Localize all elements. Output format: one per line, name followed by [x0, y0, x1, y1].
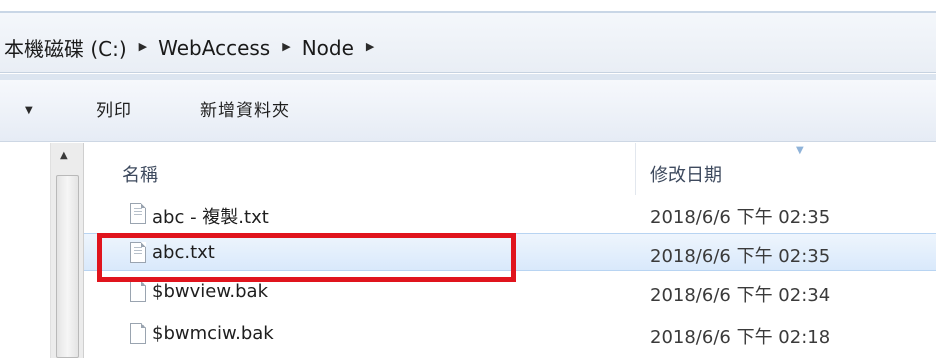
column-divider[interactable]	[635, 143, 636, 195]
column-header-name[interactable]: 名稱	[122, 161, 158, 187]
text-file-icon	[130, 242, 146, 263]
breadcrumb-item-webaccess[interactable]: WebAccess	[158, 36, 270, 60]
file-name: abc - 複製.txt	[152, 207, 269, 228]
column-header-date-modified[interactable]: 修改日期	[650, 161, 722, 187]
file-date-modified: 2018/6/6 下午 02:34	[650, 285, 831, 306]
file-list-pane: ▲ 名稱 ▼ 修改日期 abc - 複製.txt 2018/6/6 下午 02:…	[0, 143, 936, 358]
breadcrumb: 本機磁碟 (C:) ▶ WebAccess ▶ Node ▶	[4, 33, 385, 62]
command-bar: ▼ 列印 新增資料夾	[0, 80, 936, 142]
breadcrumb-arrow-icon[interactable]: ▶	[282, 40, 290, 53]
table-row[interactable]: abc - 複製.txt 2018/6/6 下午 02:35	[84, 195, 936, 233]
scrollbar-thumb[interactable]	[56, 175, 79, 358]
table-row-selected[interactable]: abc.txt 2018/6/6 下午 02:35	[84, 233, 936, 271]
new-folder-button[interactable]: 新增資料夾	[200, 96, 290, 121]
breadcrumb-arrow-icon[interactable]: ▶	[366, 40, 374, 53]
file-date-modified: 2018/6/6 下午 02:35	[650, 246, 831, 267]
breadcrumb-item-drive[interactable]: 本機磁碟 (C:)	[4, 33, 127, 62]
address-bar[interactable]: 本機磁碟 (C:) ▶ WebAccess ▶ Node ▶	[0, 13, 936, 73]
scroll-up-arrow-icon[interactable]: ▲	[60, 150, 68, 161]
print-button[interactable]: 列印	[96, 96, 132, 121]
file-name: $bwmciw.bak	[152, 323, 274, 344]
file-name: $bwview.bak	[152, 281, 268, 302]
navigation-scrollbar[interactable]: ▲	[50, 143, 84, 358]
column-header-row: 名稱 ▼ 修改日期	[84, 143, 936, 195]
sort-indicator-icon: ▼	[796, 145, 804, 156]
table-row[interactable]: $bwmciw.bak 2018/6/6 下午 02:18	[84, 315, 936, 353]
text-file-icon	[130, 203, 146, 224]
breadcrumb-item-node[interactable]: Node	[302, 36, 354, 60]
file-icon	[130, 323, 146, 344]
file-date-modified: 2018/6/6 下午 02:18	[650, 327, 831, 348]
file-date-modified: 2018/6/6 下午 02:35	[650, 207, 831, 228]
chevron-down-icon[interactable]: ▼	[25, 105, 33, 116]
breadcrumb-arrow-icon[interactable]: ▶	[139, 40, 147, 53]
file-name: abc.txt	[152, 242, 215, 263]
table-row[interactable]: $bwview.bak 2018/6/6 下午 02:34	[84, 273, 936, 311]
file-icon	[130, 281, 146, 302]
